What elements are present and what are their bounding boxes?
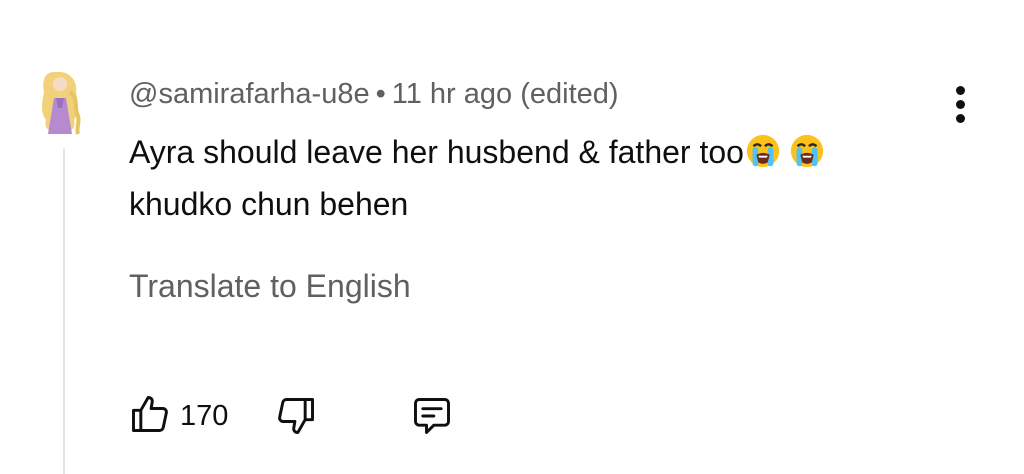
thread-line (63, 148, 65, 474)
thumbs-down-icon[interactable] (274, 394, 318, 438)
comment-text-line-2: khudko chun behen (129, 186, 409, 222)
loudly-crying-face-icon (790, 134, 824, 168)
comment-text-line-1-text: Ayra should leave her husbend & father t… (129, 134, 744, 170)
comment-item: @samirafarha-u8e • 11 hr ago (edited) Ayra… (0, 0, 1024, 474)
comment-meta: @samirafarha-u8e • 11 hr ago (edited) (129, 76, 619, 112)
meta-separator: • (375, 78, 386, 110)
like-count: 170 (180, 400, 229, 432)
user-avatar[interactable] (34, 68, 86, 138)
comment-time: 11 hr ago (edited) (391, 78, 619, 110)
author-handle[interactable]: @samirafarha-u8e (129, 78, 370, 110)
translate-button[interactable]: Translate to English (129, 266, 411, 306)
comment-text-line-1: Ayra should leave her husbend & father t… (129, 126, 826, 178)
more-vertical-icon[interactable] (946, 82, 976, 126)
comment-text: Ayra should leave her husbend & father t… (129, 126, 826, 230)
comment-reply-icon[interactable] (410, 394, 454, 438)
thumbs-up-icon[interactable] (128, 392, 172, 436)
loudly-crying-face-icon (746, 134, 780, 168)
